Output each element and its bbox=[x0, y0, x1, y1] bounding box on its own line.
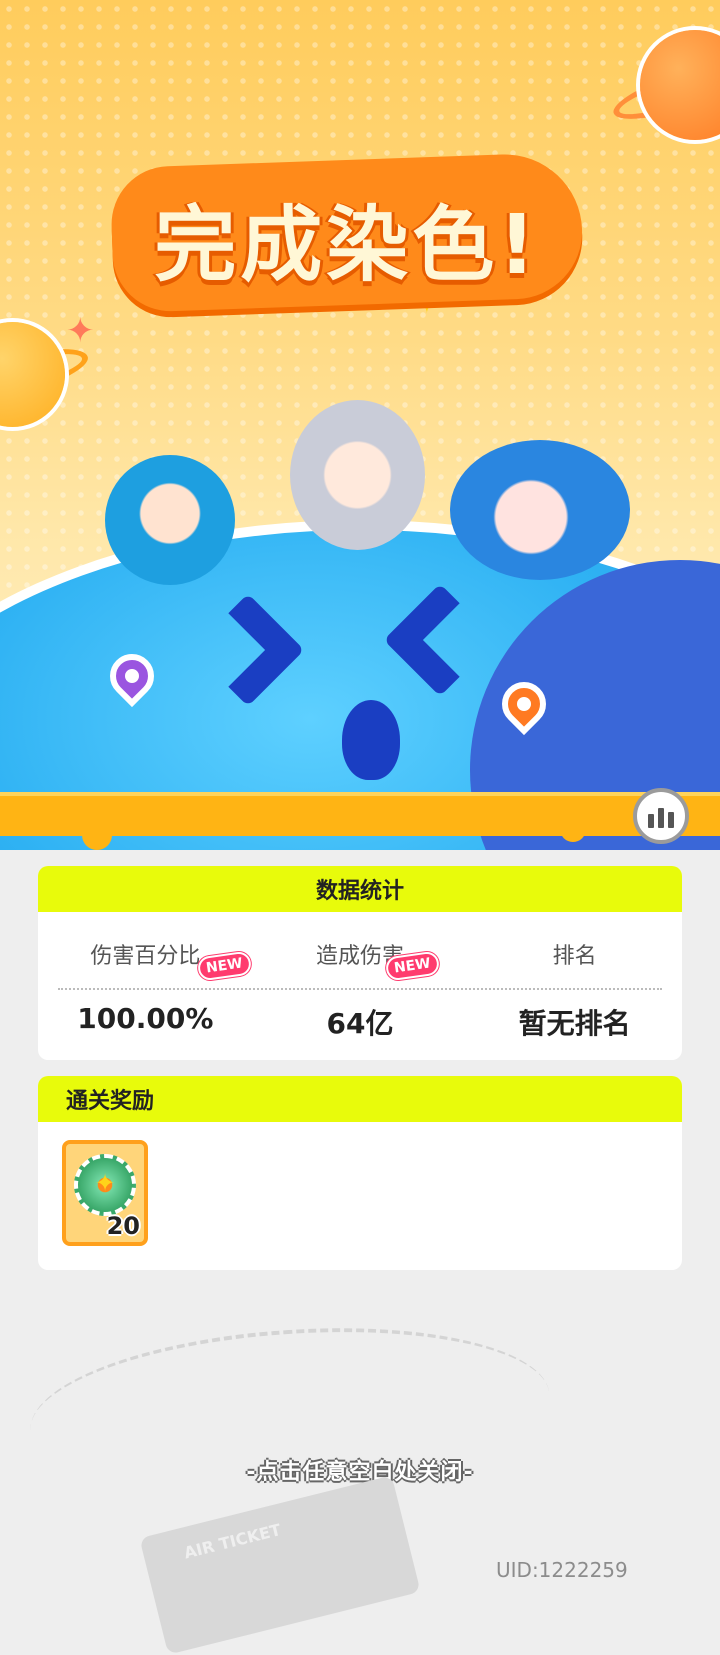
paint-drip bbox=[82, 820, 112, 850]
star-icon: ✦ bbox=[66, 311, 95, 351]
rewards-header: 通关奖励 bbox=[38, 1076, 682, 1122]
page-title: 完成染色! bbox=[154, 198, 540, 293]
character-left-blue-hair bbox=[105, 455, 235, 585]
character-center-silver-hair bbox=[290, 400, 425, 550]
close-hint[interactable]: -点击任意空白处关闭- bbox=[0, 1454, 720, 1486]
stat-label: 排名 bbox=[552, 944, 597, 969]
reward-item[interactable]: ✦ 20 bbox=[62, 1140, 148, 1246]
bar-chart-icon bbox=[658, 808, 664, 828]
stats-card: 数据统计 伤害百分比 造成伤害 排名 100.00% 64亿 暂无排名 NEW … bbox=[38, 866, 682, 1060]
reward-count: 20 bbox=[106, 1212, 140, 1240]
stat-cell: 暂无排名 bbox=[467, 990, 682, 1042]
victory-banner: ✦ ✦ ✦ 完成染色! bbox=[0, 0, 720, 850]
bar-chart-icon bbox=[668, 812, 674, 828]
rewards-card: 通关奖励 ✦ 20 bbox=[38, 1076, 682, 1270]
leaderboard-button[interactable] bbox=[633, 788, 689, 844]
globe-mouth bbox=[342, 700, 400, 780]
stat-cell: 64亿 bbox=[253, 990, 468, 1042]
stat-value: 暂无排名 bbox=[518, 1007, 631, 1040]
cap-star-icon: ✦ bbox=[94, 1169, 116, 1197]
bar-chart-icon bbox=[648, 814, 654, 828]
stat-column-rank: 排名 bbox=[467, 912, 682, 970]
ticket-label: AIR TICKET bbox=[182, 1520, 283, 1563]
stat-cell: 100.00% bbox=[38, 990, 253, 1042]
air-ticket-decoration: AIR TICKET bbox=[139, 1475, 421, 1655]
stats-header: 数据统计 bbox=[38, 866, 682, 912]
stat-values-row: 100.00% 64亿 暂无排名 bbox=[38, 990, 682, 1042]
stat-value: 100.00% bbox=[77, 1002, 214, 1035]
stat-value: 64亿 bbox=[326, 1007, 394, 1040]
user-id: UID:1222259 bbox=[496, 1558, 628, 1582]
character-right-blue-bonnet bbox=[450, 440, 630, 580]
stat-labels-row: 伤害百分比 造成伤害 排名 bbox=[38, 912, 682, 970]
